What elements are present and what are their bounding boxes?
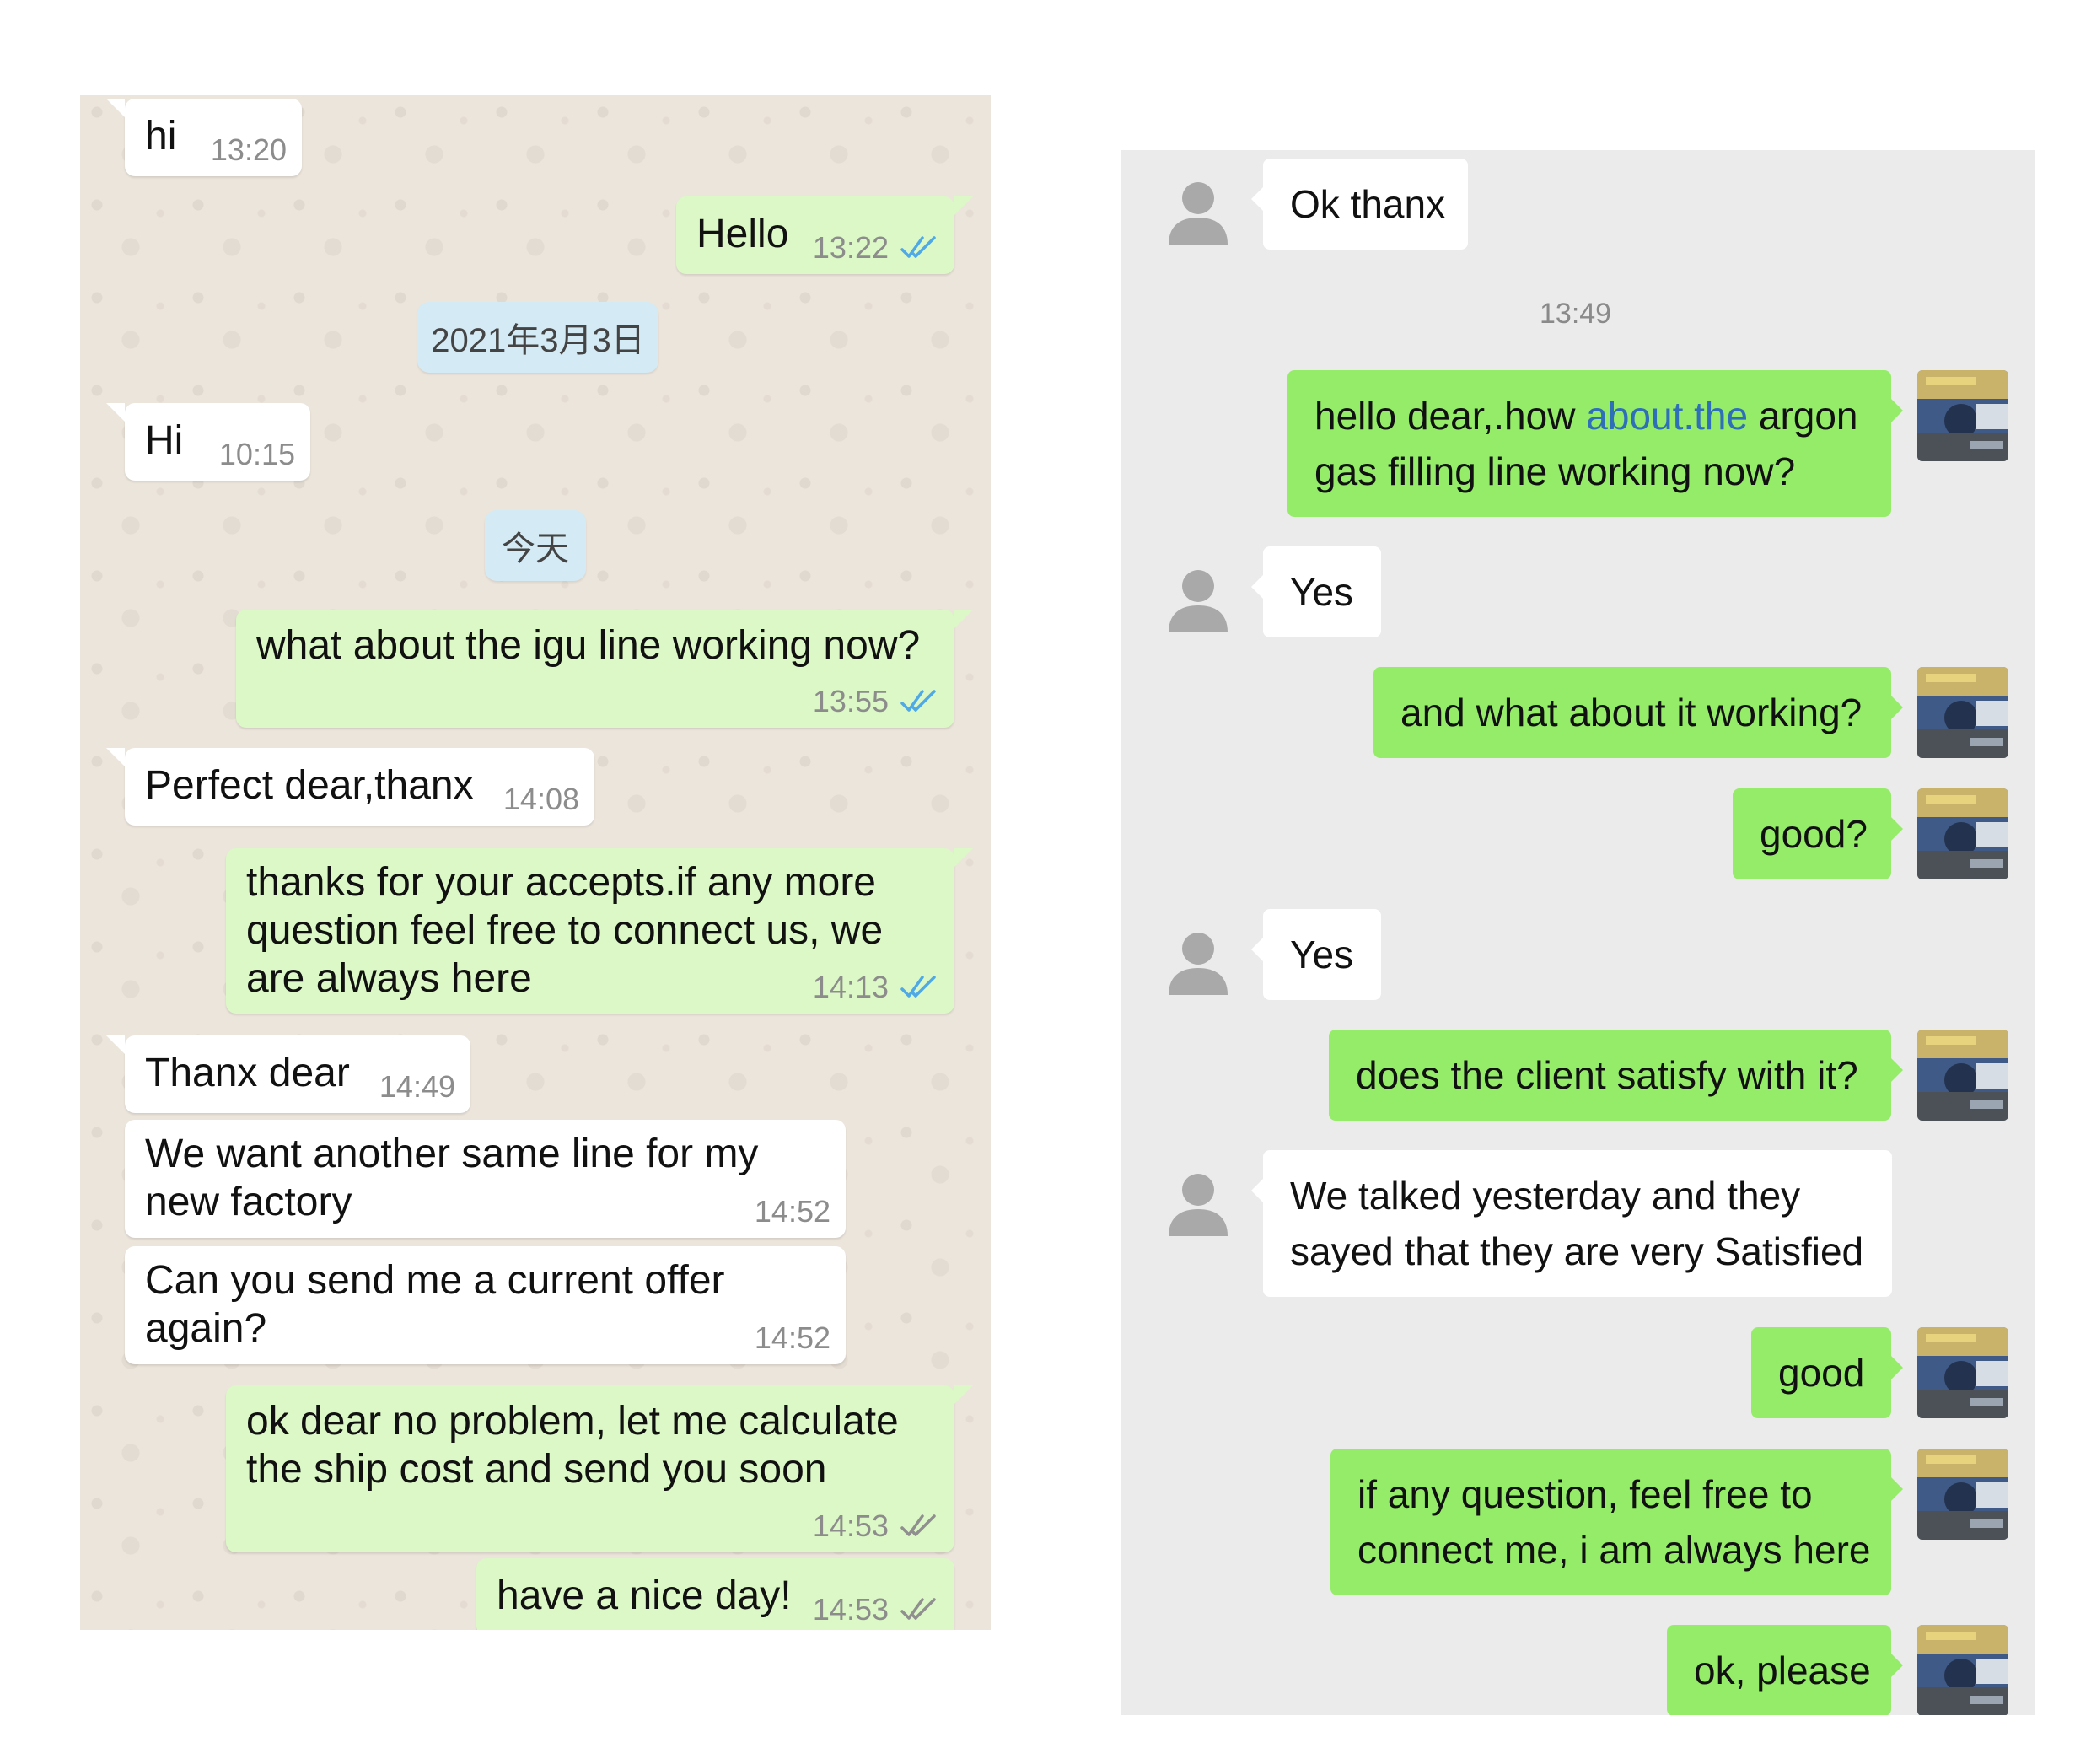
message-bubble-outgoing[interactable]: good? (1733, 788, 1903, 879)
chat-timestamp: 13:49 (1540, 298, 1612, 330)
message-time: 14:52 (754, 1194, 830, 1229)
user-avatar-photo[interactable] (1917, 667, 2008, 758)
user-avatar-photo[interactable] (1917, 1449, 2008, 1540)
message-text-line: again? (145, 1306, 267, 1351)
message-bubble-outgoing[interactable]: what about the igu line working now? 13:… (236, 610, 973, 728)
message-text-line: connect me, i am always here (1357, 1528, 1871, 1572)
message-time: 14:52 (754, 1320, 830, 1355)
user-avatar-photo[interactable] (1917, 1625, 2008, 1715)
message-bubble-outgoing[interactable]: does the client satisfy with it? (1329, 1030, 1903, 1121)
message-text: have a nice day! (497, 1573, 792, 1618)
message-bubble-outgoing[interactable]: hello dear,.how about.the argon gas fill… (1287, 370, 1903, 517)
message-text: Perfect dear,thanx (145, 763, 474, 808)
double-check-read-icon (900, 234, 939, 261)
message-text-line: if any question, feel free to (1357, 1472, 1813, 1516)
contact-avatar-icon[interactable] (1162, 563, 1234, 636)
message-text: Yes (1290, 570, 1354, 614)
message-text-line: thanks for your accepts.if any more (246, 860, 876, 905)
message-time: 14:53 (812, 1592, 889, 1627)
contact-avatar-icon[interactable] (1162, 175, 1234, 248)
message-text-line: new factory (145, 1180, 352, 1224)
message-time: 14:13 (812, 970, 889, 1004)
contact-avatar-icon[interactable] (1162, 1167, 1234, 1240)
message-bubble-outgoing[interactable]: thanks for your accepts.if any more ques… (226, 848, 973, 1014)
message-text-line: ok dear no problem, let me calculate (246, 1399, 899, 1444)
whatsapp-chat-panel: hi 13:20 Hello 13:22 2021年3月3日 Hi 10:15 … (80, 95, 991, 1630)
user-avatar-photo[interactable] (1917, 1030, 2008, 1121)
message-text: good? (1760, 812, 1868, 856)
user-avatar-photo[interactable] (1917, 788, 2008, 879)
message-text-line: question feel free to connect us, we (246, 908, 884, 953)
message-text: Thanx dear (145, 1051, 350, 1095)
message-text: hi (145, 114, 177, 159)
message-text: ok, please (1694, 1648, 1871, 1692)
double-check-read-icon (900, 688, 939, 715)
message-bubble-incoming[interactable]: We want another same line for my new fac… (125, 1120, 846, 1238)
message-text-line: hello dear,.how about.the argon (1314, 394, 1858, 438)
double-check-sent-icon (900, 1596, 939, 1623)
message-bubble-incoming[interactable]: Perfect dear,thanx 14:08 (106, 748, 594, 826)
message-text: Hello (696, 212, 789, 256)
message-time: 14:53 (812, 1509, 889, 1543)
message-time: 13:20 (210, 132, 287, 167)
message-text-line: are always here (246, 956, 532, 1001)
user-avatar-photo[interactable] (1917, 370, 2008, 461)
message-bubble-outgoing[interactable]: ok dear no problem, let me calculate the… (226, 1385, 973, 1552)
double-check-read-icon (900, 974, 939, 1001)
user-avatar-photo[interactable] (1917, 1327, 2008, 1418)
message-bubble-outgoing[interactable]: if any question, feel free to connect me… (1330, 1449, 1903, 1595)
message-bubble-incoming[interactable]: hi 13:20 (106, 99, 302, 176)
message-text: Ok thanx (1290, 182, 1446, 226)
message-text: what about the igu line working now? (256, 623, 921, 668)
message-text: does the client satisfy with it? (1356, 1053, 1858, 1097)
message-text-line: We talked yesterday and they (1290, 1174, 1801, 1218)
message-text: Hi (145, 418, 184, 463)
wechat-chat-panel: Ok thanx 13:49 hello dear,.how about.the… (1121, 150, 2035, 1715)
contact-avatar-icon[interactable] (1162, 926, 1234, 998)
date-separator: 2021年3月3日 (417, 302, 658, 373)
message-time: 10:15 (218, 437, 295, 471)
message-bubble-incoming[interactable]: We talked yesterday and they sayed that … (1251, 1150, 1892, 1297)
message-text-line: We want another same line for my (145, 1132, 759, 1176)
message-bubble-outgoing[interactable]: Hello 13:22 (676, 196, 973, 274)
message-text: good (1778, 1351, 1865, 1395)
message-time: 13:22 (812, 230, 889, 265)
message-link[interactable]: about.the (1586, 394, 1748, 438)
message-time: 14:08 (503, 782, 579, 816)
message-text-line: Can you send me a current offer (145, 1258, 725, 1303)
message-text: Yes (1290, 933, 1354, 976)
message-bubble-incoming[interactable]: Hi 10:15 (106, 403, 310, 481)
message-bubble-incoming[interactable]: Ok thanx (1251, 159, 1468, 250)
message-text-line: gas filling line working now? (1314, 449, 1796, 493)
message-time: 14:49 (379, 1069, 455, 1104)
message-time: 13:55 (812, 684, 889, 718)
date-separator: 今天 (485, 510, 586, 581)
message-bubble-incoming[interactable]: Can you send me a current offer again? 1… (125, 1246, 846, 1364)
message-bubble-outgoing[interactable]: good (1751, 1327, 1903, 1418)
message-bubble-outgoing[interactable]: have a nice day! 14:53 (476, 1558, 954, 1630)
message-bubble-outgoing[interactable]: and what about it working? (1373, 667, 1903, 758)
message-text-line: sayed that they are very Satisfied (1290, 1229, 1864, 1273)
message-bubble-outgoing[interactable]: ok, please (1667, 1625, 1903, 1715)
double-check-sent-icon (900, 1513, 939, 1540)
message-bubble-incoming[interactable]: Thanx dear 14:49 (106, 1035, 470, 1113)
message-text: and what about it working? (1400, 691, 1863, 734)
message-bubble-incoming[interactable]: Yes (1251, 909, 1381, 1000)
message-text-line: the ship cost and send you soon (246, 1447, 827, 1492)
message-bubble-incoming[interactable]: Yes (1251, 546, 1381, 637)
